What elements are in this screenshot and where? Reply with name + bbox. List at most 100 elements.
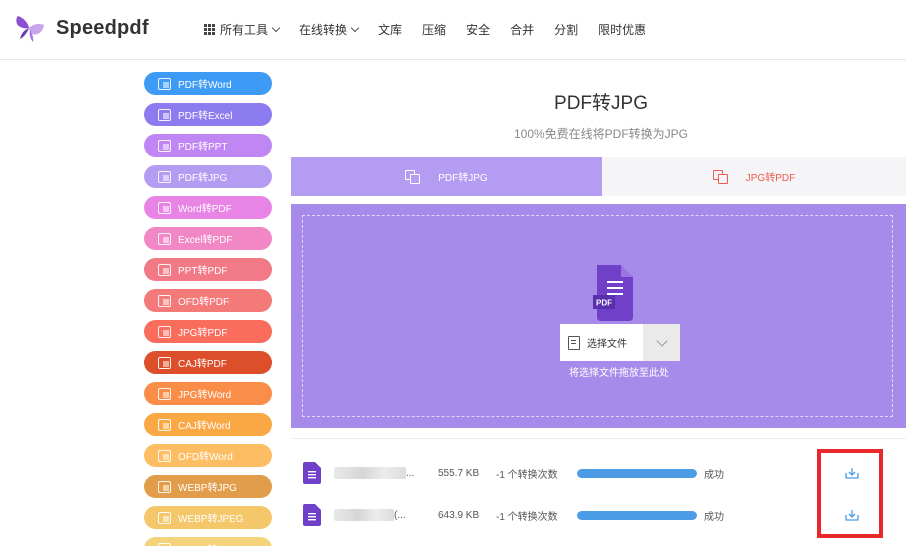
file-size: 643.9 KB bbox=[438, 509, 480, 521]
sidebar-tool-item[interactable]: PDF转JPG bbox=[144, 165, 272, 188]
convert-tool-icon bbox=[158, 449, 171, 462]
nav-merge[interactable]: 合并 bbox=[510, 21, 534, 38]
sidebar-tool-item[interactable]: JPG转PDF bbox=[144, 320, 272, 343]
progress-bar bbox=[577, 510, 697, 520]
grid-icon bbox=[204, 24, 215, 35]
logo[interactable]: Speedpdf bbox=[14, 12, 149, 44]
nav-label: 限时优惠 bbox=[598, 23, 647, 37]
file-size: 555.7 KB bbox=[438, 467, 480, 479]
sidebar-tool-label: WEBP转JPG bbox=[178, 483, 237, 494]
convert-tool-icon bbox=[158, 511, 171, 524]
sidebar-tool-item[interactable]: PDF转PPT bbox=[144, 134, 272, 157]
sidebar-tool-item[interactable]: JPG转Word bbox=[144, 382, 272, 405]
convert-image-icon bbox=[405, 169, 421, 184]
sidebar-tool-label: Excel转PDF bbox=[178, 235, 233, 246]
tab-label: PDF转JPG bbox=[438, 173, 488, 184]
tab-jpg-to-pdf[interactable]: JPG转PDF bbox=[602, 157, 906, 196]
select-source-dropdown[interactable] bbox=[643, 324, 680, 361]
select-file-label: 选择文件 bbox=[587, 339, 627, 350]
convert-tool-icon bbox=[158, 387, 171, 400]
sidebar-tool-label: Word转PDF bbox=[178, 204, 232, 215]
sidebar-tool-label: PDF转JPG bbox=[178, 173, 228, 184]
sidebar-tool-label: CAJ转PDF bbox=[178, 359, 227, 370]
sidebar-tool-label: OFD转Word bbox=[178, 452, 233, 463]
pdf-file-icon bbox=[303, 462, 321, 484]
convert-tool-icon bbox=[158, 294, 171, 307]
conversion-tabs: PDF转JPG JPG转PDF bbox=[291, 157, 906, 196]
sidebar-tool-item[interactable]: PDF转Word bbox=[144, 72, 272, 95]
pdf-file-icon bbox=[303, 504, 321, 526]
convert-tool-icon bbox=[158, 418, 171, 431]
pdf-file-icon: PDF bbox=[593, 265, 633, 321]
redacted-filename bbox=[334, 467, 406, 479]
nav-security[interactable]: 安全 bbox=[466, 21, 490, 38]
sidebar-tool-item[interactable]: WEBP转PNG bbox=[144, 537, 272, 546]
tab-pdf-to-jpg[interactable]: PDF转JPG bbox=[291, 157, 602, 196]
convert-image-icon bbox=[712, 169, 728, 184]
pdf-badge-text: PDF bbox=[596, 299, 612, 308]
nav-compress[interactable]: 压缩 bbox=[422, 21, 446, 38]
nav-label: 安全 bbox=[466, 23, 491, 37]
file-name: (... bbox=[334, 508, 420, 522]
convert-tool-icon bbox=[158, 170, 171, 183]
page-subtitle: 100%免费在线将PDF转换为JPG bbox=[513, 127, 689, 141]
progress-bar bbox=[577, 468, 697, 478]
sidebar-tool-item[interactable]: Excel转PDF bbox=[144, 227, 272, 250]
sidebar-tool-item[interactable]: WEBP转JPG bbox=[144, 475, 272, 498]
sidebar-tool-item[interactable]: PDF转Excel bbox=[144, 103, 272, 126]
progress-fill bbox=[577, 468, 697, 478]
sidebar-tool-item[interactable]: Word转PDF bbox=[144, 196, 272, 219]
redacted-filename bbox=[334, 509, 394, 521]
convert-tool-icon bbox=[158, 263, 171, 276]
convert-tool-icon bbox=[158, 325, 171, 338]
nav-library[interactable]: 文库 bbox=[378, 21, 402, 38]
nav-label: 所有工具 bbox=[220, 23, 269, 37]
sidebar-tool-item[interactable]: PPT转PDF bbox=[144, 258, 272, 281]
convert-tool-icon bbox=[158, 542, 171, 546]
convert-tool-icon bbox=[158, 77, 171, 90]
nav-split[interactable]: 分割 bbox=[554, 21, 578, 38]
convert-tool-icon bbox=[158, 480, 171, 493]
file-dropzone[interactable]: PDF 选择文件 将选择文件拖放至此处 bbox=[291, 204, 906, 428]
sidebar-tool-item[interactable]: WEBP转JPEG bbox=[144, 506, 272, 529]
sidebar-tool-item[interactable]: CAJ转Word bbox=[144, 413, 272, 436]
sidebar-tool-label: JPG转Word bbox=[178, 390, 232, 401]
sidebar-tool-item[interactable]: OFD转PDF bbox=[144, 289, 272, 312]
convert-tool-icon bbox=[158, 108, 171, 121]
nav-label: 分割 bbox=[554, 23, 579, 37]
conversion-count: -1 个转换次数 bbox=[496, 511, 558, 523]
chevron-down-icon bbox=[350, 23, 360, 33]
tab-label: JPG转PDF bbox=[745, 173, 796, 184]
file-row: (... 643.9 KB -1 个转换次数 成功 bbox=[291, 500, 906, 530]
sidebar-tool-label: CAJ转Word bbox=[178, 421, 231, 432]
butterfly-logo-icon bbox=[16, 16, 44, 42]
convert-tool-icon bbox=[158, 356, 171, 369]
nav-all-tools[interactable]: 所有工具 bbox=[204, 21, 281, 38]
file-list: ... 555.7 KB -1 个转换次数 成功 (... 643.9 KB -1 个转换次… bbox=[291, 438, 906, 546]
convert-tool-icon bbox=[158, 232, 171, 245]
file-name-suffix: ... bbox=[406, 467, 415, 479]
nav-label: 文库 bbox=[378, 23, 403, 37]
sidebar-tool-item[interactable]: CAJ转PDF bbox=[144, 351, 272, 374]
sidebar-tool-label: PDF转Excel bbox=[178, 111, 233, 122]
sidebar-tool-label: OFD转PDF bbox=[178, 297, 230, 308]
file-row: ... 555.7 KB -1 个转换次数 成功 bbox=[291, 458, 906, 488]
status-text: 成功 bbox=[704, 511, 724, 523]
dropzone-border: PDF 选择文件 将选择文件拖放至此处 bbox=[302, 215, 893, 417]
sidebar-tool-label: PDF转PPT bbox=[178, 142, 228, 153]
drop-hint: 将选择文件拖放至此处 bbox=[569, 368, 669, 379]
page-title: PDF转JPG bbox=[554, 93, 648, 114]
status-text: 成功 bbox=[704, 469, 724, 481]
nav-label: 合并 bbox=[510, 23, 535, 37]
sidebar-tool-label: WEBP转JPEG bbox=[178, 514, 244, 525]
chevron-down-icon bbox=[271, 23, 281, 33]
tool-sidebar: PDF转Word PDF转Excel PDF转PPT PDF转JPG Word转PDF E… bbox=[144, 72, 272, 546]
nav-label: 在线转换 bbox=[299, 23, 348, 37]
nav-limited-offer[interactable]: 限时优惠 bbox=[598, 21, 646, 38]
sidebar-tool-item[interactable]: OFD转Word bbox=[144, 444, 272, 467]
conversion-count: -1 个转换次数 bbox=[496, 469, 558, 481]
select-file-button[interactable]: 选择文件 bbox=[560, 324, 643, 361]
chevron-down-icon bbox=[655, 334, 668, 347]
sidebar-tool-label: JPG转PDF bbox=[178, 328, 228, 339]
nav-online-convert[interactable]: 在线转换 bbox=[299, 21, 360, 38]
